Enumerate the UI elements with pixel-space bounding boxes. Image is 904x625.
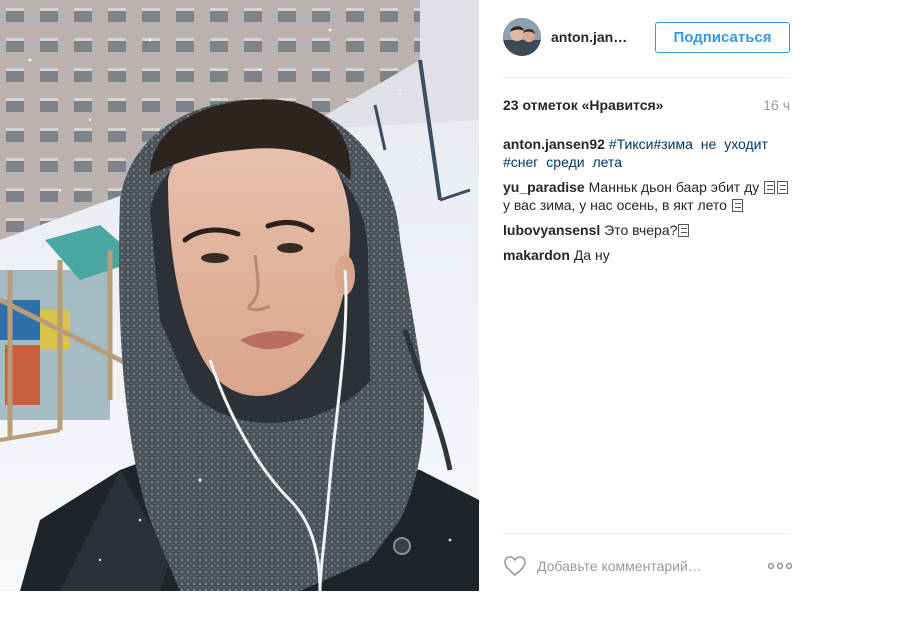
footer-divider xyxy=(503,533,790,534)
follow-button[interactable]: Подписаться xyxy=(655,22,790,53)
caption-author[interactable]: anton.jansen92 xyxy=(503,136,605,152)
comment-author[interactable]: yu_paradise xyxy=(503,179,585,195)
selfie-photo-illustration xyxy=(0,0,479,591)
caption: anton.jansen92 #Тикси#зима не уходит #сн… xyxy=(503,135,793,171)
comment-text: Это вчера? xyxy=(604,222,678,238)
list-item: yu_paradise Манньк дьон баар эбит ду у в… xyxy=(503,178,793,214)
emoji-glyph-icon xyxy=(777,181,789,194)
post-photo[interactable] xyxy=(0,0,479,591)
list-item: lubovyansensl Это вчера? xyxy=(503,221,793,239)
comment-input[interactable] xyxy=(537,554,759,578)
emoji-glyph-icon xyxy=(731,199,743,212)
list-item: makardon Да ну xyxy=(503,246,793,264)
likes-row: 23 отметок «Нравится» 16 ч xyxy=(503,97,790,117)
post-details-panel: anton.jan… Подписаться 23 отметок «Нрави… xyxy=(479,0,904,625)
post-author-username[interactable]: anton.jan… xyxy=(551,29,627,45)
post-time[interactable]: 16 ч xyxy=(763,97,790,113)
avatar[interactable] xyxy=(503,18,541,56)
comment-author[interactable]: makardon xyxy=(503,247,570,263)
more-dots-icon[interactable] xyxy=(767,559,793,573)
comment-author[interactable]: lubovyansensl xyxy=(503,222,600,238)
add-comment-section xyxy=(503,553,793,581)
comment-text: Манньк дьон баар эбит ду xyxy=(588,179,760,195)
emoji-glyph-icon xyxy=(764,181,776,194)
likes-count[interactable]: 23 отметок «Нравится» xyxy=(503,97,663,113)
avatar-image xyxy=(503,18,541,56)
heart-icon[interactable] xyxy=(503,555,527,577)
post-header: anton.jan… Подписаться xyxy=(503,16,790,60)
comment-text: у вас зима, у нас осень, в якт лето xyxy=(503,197,727,213)
emoji-glyph-icon xyxy=(678,224,690,237)
comments-list: anton.jansen92 #Тикси#зима не уходит #сн… xyxy=(503,135,793,271)
comment-text: Да ну xyxy=(573,247,610,263)
header-divider xyxy=(503,77,790,78)
